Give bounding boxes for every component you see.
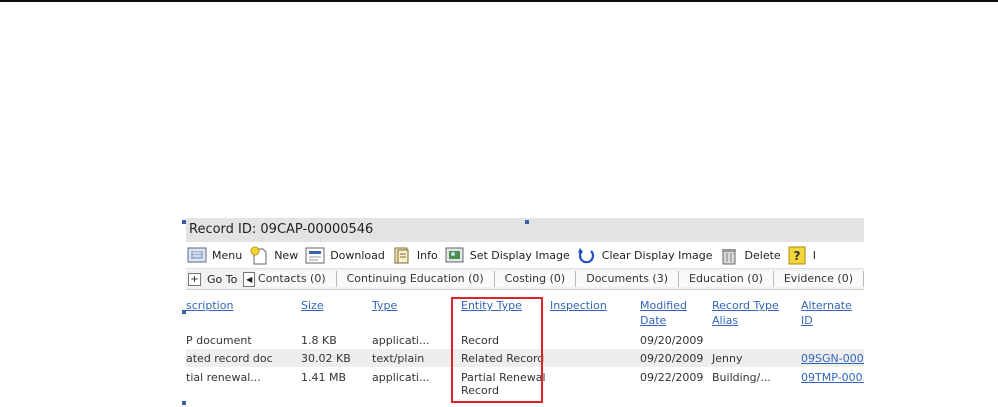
tab-continuing-education[interactable]: Continuing Education (0) [336,271,495,287]
info-button[interactable]: Info [391,242,438,268]
selection-handle [182,401,186,405]
new-icon [248,246,269,265]
selection-handle [182,220,186,224]
help-icon: ? [787,246,808,265]
cell-description: P document [186,334,252,347]
cell-description: tial renewal... [186,371,261,384]
set-display-image-label: Set Display Image [469,248,570,262]
download-button[interactable]: Download [304,242,385,268]
cell-modified-date: 09/20/2009 [640,352,704,365]
info-icon [391,246,412,265]
menu-button[interactable]: Menu [186,242,242,268]
toolbar: Menu New Download Info Set Display Image [186,242,864,269]
cell-modified-date: 09/20/2009 [640,334,704,347]
help-label: I [812,248,816,262]
new-label: New [274,248,299,262]
selection-handle [182,310,186,314]
record-title: Record ID: 09CAP-00000546 [189,222,374,237]
cell-type: applicati... [372,371,430,384]
cell-record-type-alias: Jenny [712,352,743,365]
column-header-size[interactable]: Size [301,298,324,313]
info-label: Info [416,248,438,262]
cell-alternate-id-link[interactable]: 09SGN-0003 [801,352,864,365]
clear-icon [576,246,597,265]
new-button[interactable]: New [248,242,298,268]
svg-text:?: ? [794,249,801,263]
tab-contacts[interactable]: Contacts (0) [256,271,337,287]
trash-icon [719,246,740,265]
delete-label: Delete [744,248,781,262]
delete-button[interactable]: Delete [719,242,781,268]
related-tabs-bar: + Go To ◀ Contacts (0) Continuing Educat… [186,269,864,290]
clear-display-image-button[interactable]: Clear Display Image [576,242,713,268]
set-display-image-button[interactable]: Set Display Image [444,242,570,268]
plus-icon: + [188,272,201,286]
column-header-record-type-alias[interactable]: Record Type Alias [712,298,786,328]
cell-size: 1.41 MB [301,371,347,384]
cell-description: ated record doc [186,352,273,365]
tab-scroll-left-icon[interactable]: ◀ [243,271,256,287]
column-header-modified-date[interactable]: Modified Date [640,298,690,328]
cell-modified-date: 09/22/2009 [640,371,704,384]
cell-type: text/plain [372,352,425,365]
top-divider [0,0,998,2]
download-icon [304,246,325,265]
cell-size: 1.8 KB [301,334,337,347]
help-button[interactable]: ? I [787,242,816,268]
tab-costing[interactable]: Costing (0) [494,271,577,287]
entity-type-highlight-box [451,297,543,403]
download-label: Download [330,248,385,262]
selection-handle [525,220,529,224]
set-image-icon [444,246,465,265]
menu-icon [186,246,207,265]
cell-size: 30.02 KB [301,352,351,365]
tab-documents[interactable]: Documents (3) [576,271,680,287]
tab-evidence[interactable]: Evidence (0) [773,271,864,287]
tab-education[interactable]: Education (0) [679,271,774,287]
go-to-menu[interactable]: + Go To [188,272,243,286]
column-header-description[interactable]: scription [186,298,233,313]
cell-type: applicati... [372,334,430,347]
column-header-type[interactable]: Type [372,298,397,313]
cell-record-type-alias: Building/... [712,371,771,384]
column-header-alternate-id[interactable]: Alternate ID [801,298,864,328]
clear-display-image-label: Clear Display Image [601,248,713,262]
menu-label: Menu [212,248,243,262]
column-header-inspection[interactable]: Inspection [550,298,607,313]
cell-alternate-id-link[interactable]: 09TMP-0003 [801,371,864,384]
go-to-label: Go To [207,272,238,286]
